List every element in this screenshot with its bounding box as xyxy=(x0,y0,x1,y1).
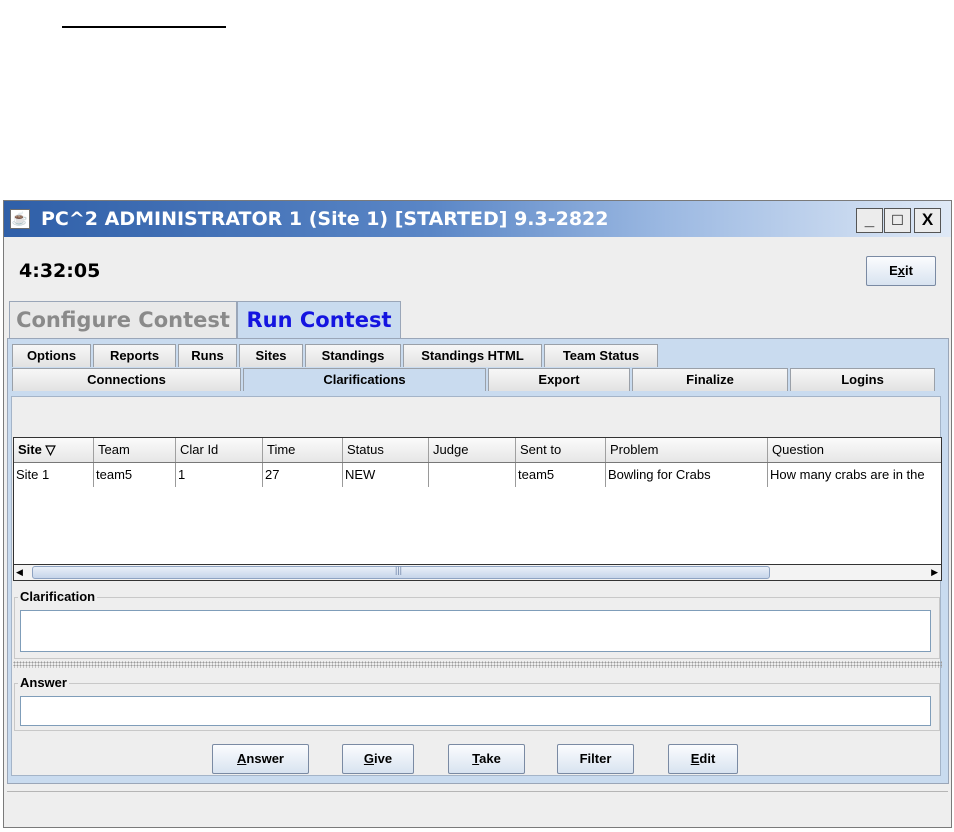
tab-run-contest[interactable]: Run Contest xyxy=(237,301,401,339)
column-header-clar-id[interactable]: Clar Id xyxy=(176,438,263,462)
table-header: Site ▽ Team Clar Id Time Status Judge Se… xyxy=(14,438,941,463)
clarification-label: Clarification xyxy=(18,589,98,604)
scroll-grip-icon: ||| xyxy=(395,565,403,575)
cell-team: team5 xyxy=(94,463,176,487)
cell-site: Site 1 xyxy=(14,463,94,487)
take-button[interactable]: Take xyxy=(448,744,525,774)
exit-button[interactable]: Exit xyxy=(866,256,936,286)
tab-finalize[interactable]: Finalize xyxy=(632,368,788,391)
cell-sent-to: team5 xyxy=(516,463,606,487)
give-button-mnemonic: G xyxy=(363,751,375,766)
exit-label-mnemonic: x xyxy=(897,263,905,278)
answer-label: Answer xyxy=(18,675,69,690)
close-button[interactable]: X xyxy=(914,208,941,233)
tab-runs[interactable]: Runs xyxy=(178,344,237,367)
status-strip xyxy=(7,791,948,822)
exit-label-post: it xyxy=(904,263,913,278)
contest-clock: 4:32:05 xyxy=(19,260,101,282)
column-header-sent-to[interactable]: Sent to xyxy=(516,438,606,462)
cell-status: NEW xyxy=(343,463,429,487)
title-bar[interactable]: ☕ PC^2 ADMINISTRATOR 1 (Site 1) [STARTED… xyxy=(4,201,951,237)
tab-team-status[interactable]: Team Status xyxy=(544,344,658,367)
filter-button[interactable]: Filter xyxy=(557,744,634,774)
cell-clar-id: 1 xyxy=(176,463,263,487)
scroll-right-arrow-icon[interactable]: ▶ xyxy=(931,565,938,580)
column-header-judge[interactable]: Judge xyxy=(429,438,516,462)
tab-clarifications[interactable]: Clarifications xyxy=(243,368,486,391)
cell-question: How many crabs are in the xyxy=(770,467,925,482)
scroll-left-arrow-icon[interactable]: ◀ xyxy=(16,565,23,580)
answer-button[interactable]: Answer xyxy=(212,744,309,774)
split-pane-divider[interactable] xyxy=(13,661,942,668)
take-button-label: ake xyxy=(479,751,501,766)
column-header-question[interactable]: Question xyxy=(768,438,941,462)
clarification-text-area[interactable] xyxy=(20,610,931,652)
exit-label-pre: E xyxy=(889,263,898,278)
minimize-button[interactable]: _ xyxy=(856,208,883,233)
column-header-site[interactable]: Site ▽ xyxy=(14,438,94,462)
give-button-label: ive xyxy=(374,751,393,766)
give-button[interactable]: Give xyxy=(342,744,414,774)
column-header-team[interactable]: Team xyxy=(94,438,176,462)
tab-standings[interactable]: Standings xyxy=(305,344,401,367)
tab-configure-contest[interactable]: Configure Contest xyxy=(9,301,237,339)
tab-connections[interactable]: Connections xyxy=(12,368,241,391)
answer-button-mnemonic: A xyxy=(237,751,247,766)
tab-export[interactable]: Export xyxy=(488,368,630,391)
top-line xyxy=(62,26,226,28)
tab-logins[interactable]: Logins xyxy=(790,368,935,391)
edit-button[interactable]: Edit xyxy=(668,744,738,774)
answer-text-area[interactable] xyxy=(20,696,931,726)
cell-judge xyxy=(429,463,516,487)
tab-options[interactable]: Options xyxy=(12,344,91,367)
window-title: PC^2 ADMINISTRATOR 1 (Site 1) [STARTED] … xyxy=(41,208,609,230)
answer-button-label: nswer xyxy=(246,751,284,766)
horizontal-scrollbar[interactable]: ◀ ||| ▶ xyxy=(13,564,942,581)
clarifications-table[interactable]: Site ▽ Team Clar Id Time Status Judge Se… xyxy=(13,437,942,566)
cell-problem: Bowling for Crabs xyxy=(606,463,768,487)
admin-window: ☕ PC^2 ADMINISTRATOR 1 (Site 1) [STARTED… xyxy=(3,200,952,828)
column-header-status[interactable]: Status xyxy=(343,438,429,462)
tab-sites[interactable]: Sites xyxy=(239,344,303,367)
scroll-thumb[interactable]: ||| xyxy=(32,565,770,579)
cell-time: 27 xyxy=(263,463,343,487)
maximize-button[interactable]: □ xyxy=(884,208,911,233)
table-row[interactable]: Site 1 team5 1 27 NEW team5 Bowling for … xyxy=(14,463,941,487)
column-header-time[interactable]: Time xyxy=(263,438,343,462)
tab-reports[interactable]: Reports xyxy=(93,344,176,367)
edit-button-label: dit xyxy=(699,751,716,766)
tab-standings-html[interactable]: Standings HTML xyxy=(403,344,542,367)
java-cup-icon: ☕ xyxy=(10,209,30,229)
column-header-problem[interactable]: Problem xyxy=(606,438,768,462)
